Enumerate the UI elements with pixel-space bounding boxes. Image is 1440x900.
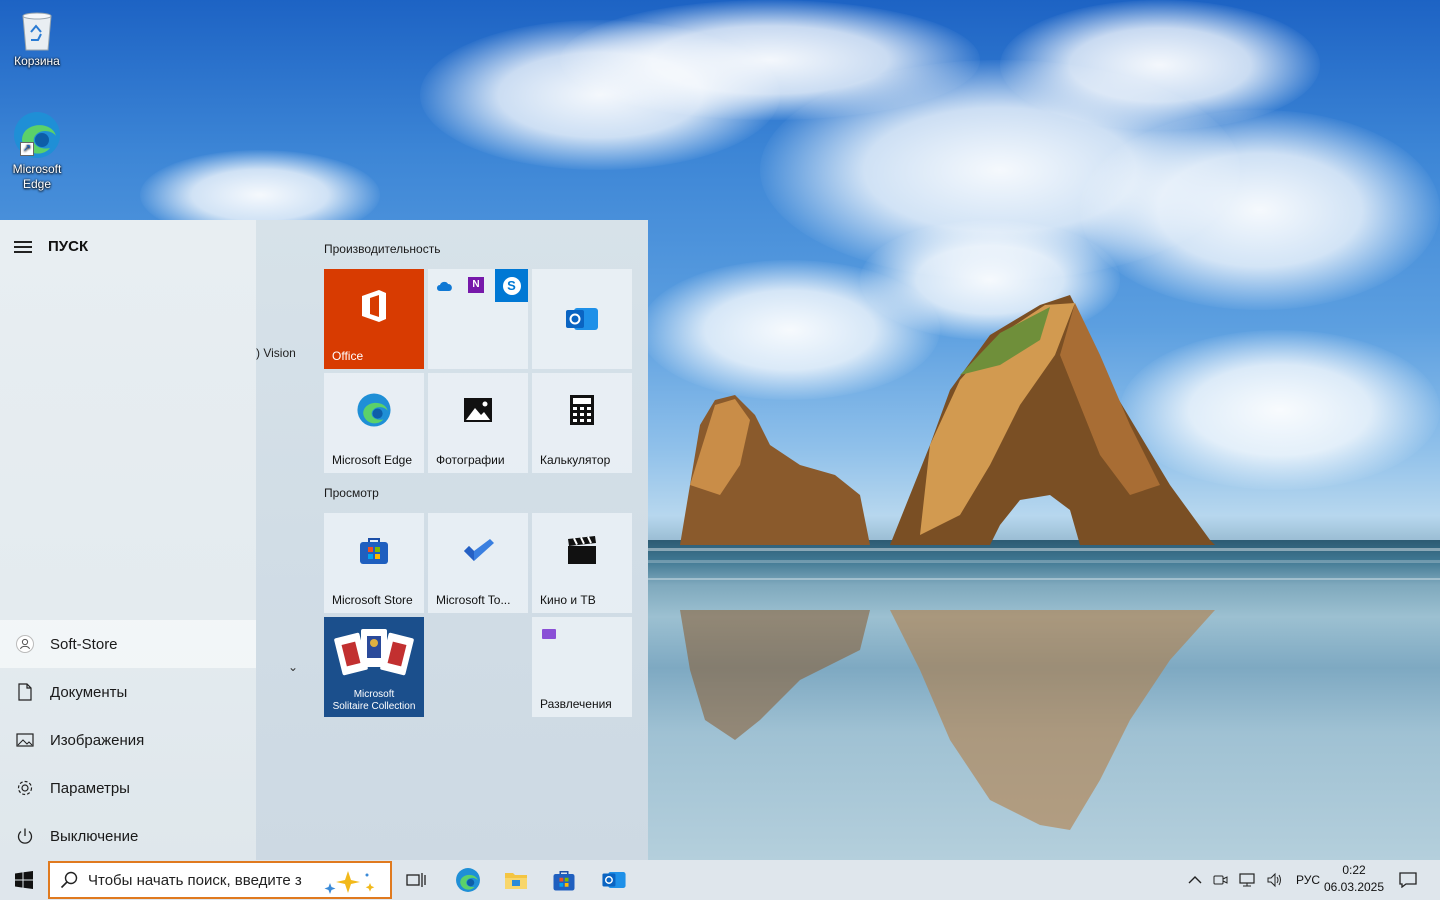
search-placeholder: Чтобы начать поиск, введите з [88,871,302,889]
tile-label: Калькулятор [540,453,611,467]
chevron-down-icon[interactable]: ⌄ [288,660,298,674]
tile-label: Microsoft Edge [332,453,413,467]
nav-item-pictures[interactable]: Изображения [0,716,256,764]
nav-item-user[interactable]: Soft-Store [0,620,256,668]
task-view-button[interactable] [396,860,436,900]
tile-office-apps-group[interactable]: N S [428,269,528,369]
tile-label: Microsoft To... [436,593,511,607]
taskbar: Чтобы начать поиск, введите з РУС 0:22 0… [0,860,1440,900]
clock[interactable]: 0:22 06.03.2025 [1322,862,1386,896]
nav-item-label: Выключение [50,827,139,845]
tile-edge[interactable]: Microsoft Edge [324,373,424,473]
nav-item-settings[interactable]: Параметры [0,764,256,812]
tile-label: Microsoft [353,689,395,700]
network-icon[interactable] [1238,872,1256,888]
tile-label: Развлечения [540,697,612,711]
tile-solitaire[interactable]: Microsoft Solitaire Collection [324,617,424,717]
document-icon [16,683,34,701]
clapperboard-icon [532,513,632,587]
start-menu: ПУСК Soft-Store Документы Изображения Па… [0,220,648,860]
playing-cards-icon [332,623,416,685]
nav-item-label: Soft-Store [50,635,118,653]
tile-label: Office [332,349,364,363]
desktop-icon-edge[interactable]: ↗ Microsoft Edge [2,110,72,192]
calculator-icon [532,373,632,447]
skype-icon: S [495,269,528,302]
tile-label: Кино и ТВ [540,593,596,607]
tile-movies-tv[interactable]: Кино и ТВ [532,513,632,613]
power-icon [16,827,34,845]
clock-time: 0:22 [1342,863,1366,877]
tile-photos[interactable]: Фотографии [428,373,528,473]
tile-entertainment[interactable]: Развлечения [532,617,632,717]
search-highlight-icon [322,869,382,899]
office-icon [324,269,424,343]
taskbar-file-explorer[interactable] [494,860,538,900]
edge-icon: ↗ [12,110,62,160]
tile-office[interactable]: Office [324,269,424,369]
todo-check-icon [428,513,528,587]
photos-icon [428,373,528,447]
tile-label: Solitaire Collection [332,701,416,712]
nav-item-label: Параметры [50,779,130,797]
folder-icon [505,873,527,889]
tile-calculator[interactable]: Калькулятор [532,373,632,473]
nav-item-label: Изображения [50,731,145,749]
hamburger-icon[interactable] [14,240,32,253]
task-view-icon [406,873,426,887]
app-list-item-partial[interactable]: ) Vision [256,346,296,360]
onedrive-icon [436,279,454,297]
chevron-up-icon[interactable] [1188,875,1202,885]
tile-label-group: Microsoft Solitaire Collection [324,689,424,713]
start-menu-title: ПУСК [48,238,89,255]
recycle-bin-icon [17,8,57,52]
clock-date: 06.03.2025 [1323,880,1385,894]
tile-outlook[interactable] [532,269,632,369]
search-icon [60,871,78,889]
nav-item-power[interactable]: Выключение [0,812,256,860]
desktop-icon-recycle-bin[interactable]: Корзина [2,8,72,69]
start-button[interactable] [0,860,48,900]
taskbar-store[interactable] [542,860,586,900]
volume-icon[interactable] [1266,872,1284,888]
nav-item-documents[interactable]: Документы [0,668,256,716]
taskbar-outlook[interactable] [592,860,636,900]
user-icon [16,635,34,653]
action-center-button[interactable] [1392,860,1424,900]
tile-label: Фотографии [436,453,505,467]
picture-icon [16,731,34,749]
store-icon [324,513,424,587]
gear-icon [16,779,34,797]
edge-icon [324,373,424,447]
entertainment-folder-icon [542,629,556,639]
onenote-icon: N [468,277,484,293]
system-tray: РУС [1188,860,1320,900]
windows-logo-icon [15,871,33,889]
start-menu-sidebar: ПУСК Soft-Store Документы Изображения Па… [0,220,256,860]
tile-todo[interactable]: Microsoft To... [428,513,528,613]
nav-item-label: Документы [50,683,128,701]
start-menu-header[interactable]: ПУСК [14,238,88,255]
notification-icon [1399,872,1417,888]
desktop-icon-label: Microsoft Edge [12,162,62,191]
tile-label: Microsoft Store [332,593,413,607]
store-icon [553,871,575,891]
tile-group-explore-label[interactable]: Просмотр [324,486,379,500]
outlook-icon [532,269,632,369]
tile-store[interactable]: Microsoft Store [324,513,424,613]
tile-group-productivity-label[interactable]: Производительность [324,242,440,256]
search-box[interactable]: Чтобы начать поиск, введите з [48,861,392,899]
taskbar-edge[interactable] [446,860,490,900]
outlook-icon [602,872,626,888]
meet-now-icon[interactable] [1212,872,1228,888]
edge-icon [456,868,480,892]
language-indicator[interactable]: РУС [1296,873,1320,887]
desktop-icon-label: Корзина [14,54,60,68]
